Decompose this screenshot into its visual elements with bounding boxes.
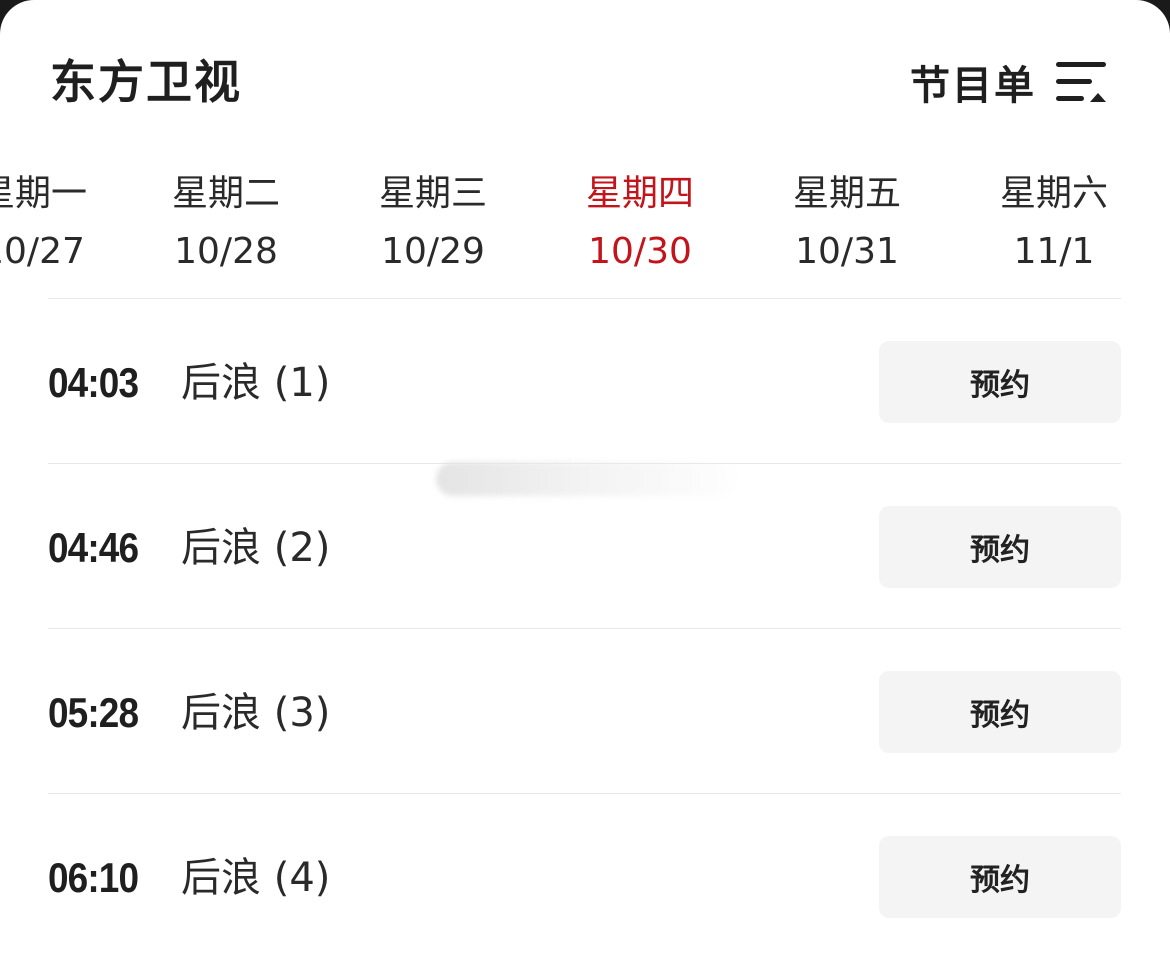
day-weekday: 星期三	[378, 173, 487, 214]
day-tab-friday[interactable]: 星期五 10/31	[762, 168, 932, 278]
schedule-label: 节目单	[910, 63, 1036, 109]
day-date: 10/30	[588, 231, 692, 272]
day-date: 10/27	[0, 231, 85, 272]
day-tab-saturday[interactable]: 星期六 11/1	[969, 168, 1139, 278]
program-time: 05:28	[48, 689, 139, 736]
program-guide-sheet: 东方卫视 节目单 星期一 10/27 星期二 10/28 星期三 10/29 星…	[0, 0, 1170, 954]
day-date: 11/1	[1013, 231, 1095, 272]
watermark-blur	[436, 462, 736, 496]
day-date: 10/28	[174, 231, 278, 272]
program-list: 04:03 后浪 (1) 预约 04:46 后浪 (2) 预约 05:28 后浪…	[48, 298, 1121, 954]
program-row: 05:28 后浪 (3) 预约	[48, 628, 1121, 793]
program-title: 后浪 (1)	[181, 360, 331, 406]
day-date: 10/29	[381, 231, 485, 272]
reserve-button[interactable]: 预约	[879, 506, 1121, 588]
menu-lines-icon	[1056, 62, 1106, 102]
schedule-button[interactable]: 节目单	[910, 50, 1108, 114]
day-date: 10/31	[795, 231, 899, 272]
program-title: 后浪 (3)	[181, 690, 331, 736]
day-weekday: 星期五	[792, 173, 901, 214]
program-title: 后浪 (4)	[181, 855, 331, 901]
day-tab-monday[interactable]: 星期一 10/27	[0, 168, 118, 278]
day-tab-tuesday[interactable]: 星期二 10/28	[141, 168, 311, 278]
program-time: 06:10	[48, 854, 139, 901]
program-time: 04:46	[48, 524, 139, 571]
day-tabs: 星期一 10/27 星期二 10/28 星期三 10/29 星期四 10/30 …	[0, 168, 1170, 278]
reserve-button[interactable]: 预约	[879, 341, 1121, 423]
program-row: 04:03 后浪 (1) 预约	[48, 298, 1121, 463]
reserve-button[interactable]: 预约	[879, 836, 1121, 918]
program-title: 后浪 (2)	[181, 525, 331, 571]
day-tab-thursday[interactable]: 星期四 10/30	[555, 168, 725, 278]
header: 东方卫视 节目单	[0, 0, 1170, 160]
day-weekday: 星期六	[999, 173, 1108, 214]
reserve-button[interactable]: 预约	[879, 671, 1121, 753]
day-weekday: 星期二	[171, 173, 280, 214]
program-time: 04:03	[48, 359, 139, 406]
day-tab-wednesday[interactable]: 星期三 10/29	[348, 168, 518, 278]
program-row: 06:10 后浪 (4) 预约	[48, 793, 1121, 954]
day-weekday: 星期一	[0, 173, 87, 214]
channel-title: 东方卫视	[50, 55, 242, 109]
day-weekday: 星期四	[585, 173, 694, 214]
